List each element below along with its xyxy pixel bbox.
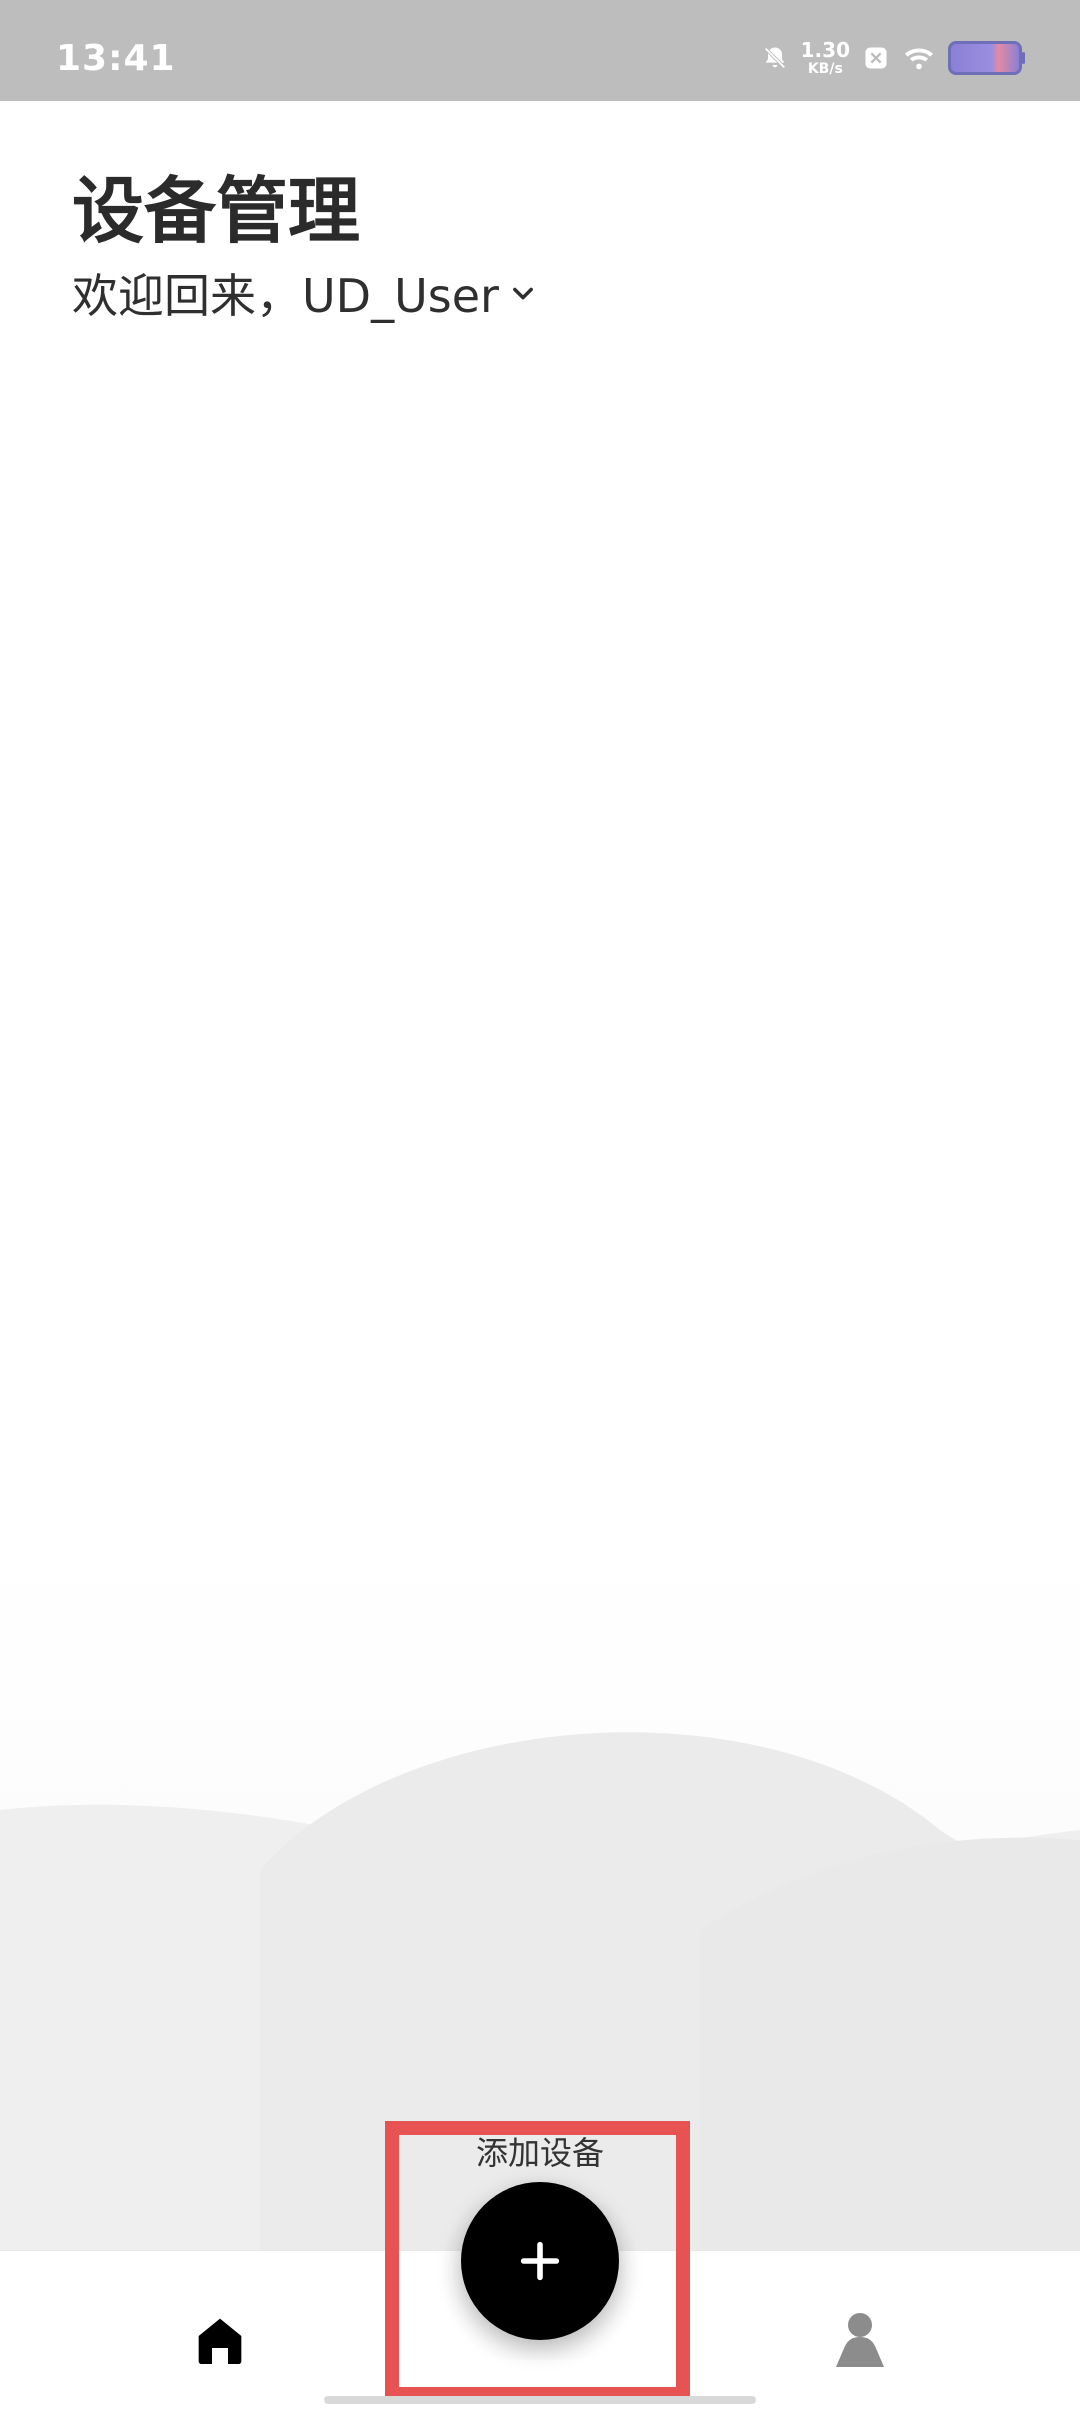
status-bar: 13:41 1.30 KB/s	[0, 0, 1080, 101]
dnd-icon	[862, 44, 890, 72]
status-icons: 1.30 KB/s	[761, 40, 1025, 76]
page-title: 设备管理	[72, 169, 361, 253]
wifi-icon	[902, 44, 936, 72]
welcome-text: 欢迎回来，UD_User	[72, 269, 499, 323]
highlight-outline	[385, 2121, 690, 2401]
chevron-down-icon[interactable]	[509, 279, 537, 307]
battery-icon	[948, 41, 1025, 75]
network-speed: 1.30 KB/s	[801, 40, 850, 76]
home-indicator	[324, 2396, 756, 2404]
home-icon	[188, 2308, 252, 2372]
status-time: 13:41	[56, 38, 176, 79]
bell-off-icon	[761, 44, 789, 72]
profile-icon	[824, 2304, 896, 2376]
network-speed-value: 1.30	[800, 38, 850, 62]
nav-profile[interactable]	[800, 2295, 920, 2385]
nav-home[interactable]	[160, 2295, 280, 2385]
network-speed-unit: KB/s	[807, 61, 843, 77]
account-switcher[interactable]: 欢迎回来，UD_User	[72, 260, 537, 326]
